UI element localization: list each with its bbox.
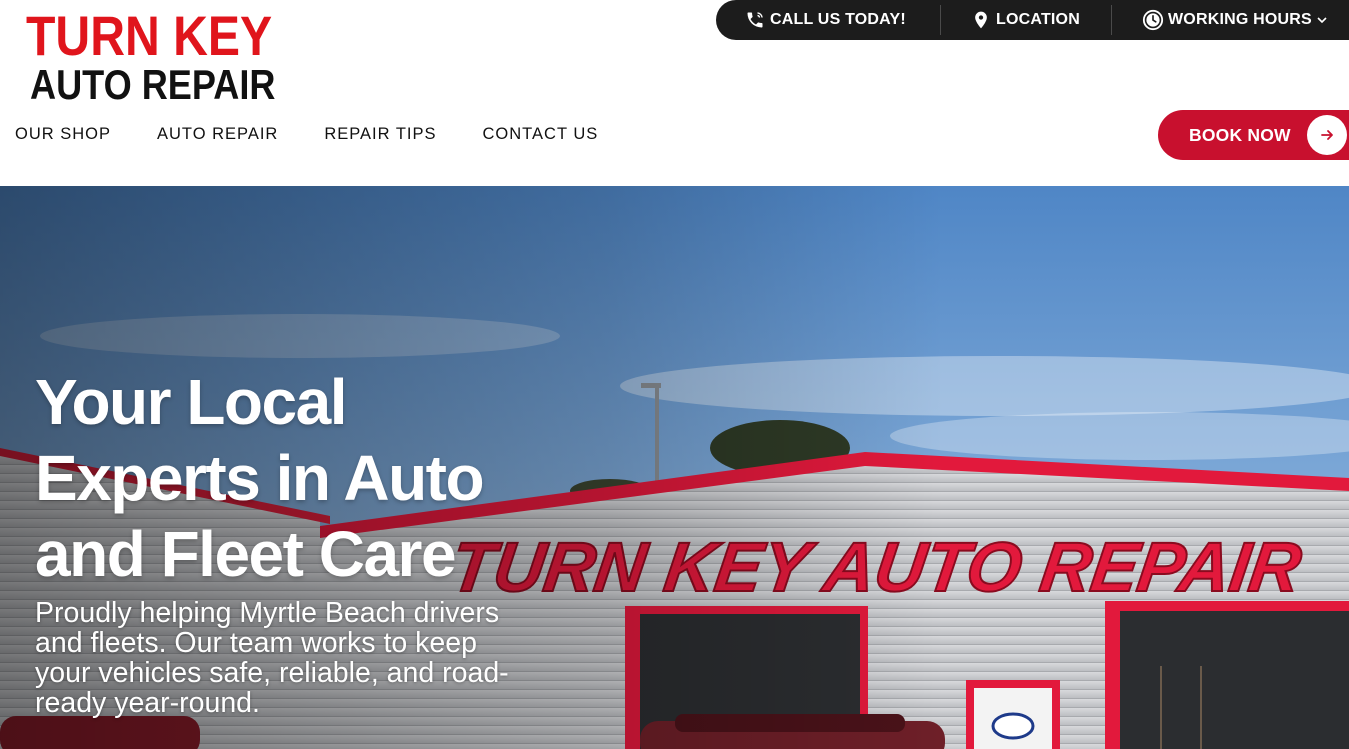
nav-item-auto-repair[interactable]: AUTO REPAIR xyxy=(157,125,278,144)
main-nav: OUR SHOP AUTO REPAIR REPAIR TIPS CONTACT… xyxy=(15,125,644,144)
call-us-link[interactable]: CALL US TODAY! xyxy=(744,0,906,40)
clock-icon xyxy=(1142,9,1164,31)
hero-subtitle: Proudly helping Myrtle Beach drivers and… xyxy=(35,597,509,719)
working-hours-label: WORKING HOURS xyxy=(1168,11,1312,28)
hero-title: Your Local Experts in Auto and Fleet Car… xyxy=(35,366,485,590)
nav-item-our-shop[interactable]: OUR SHOP xyxy=(15,125,111,144)
book-now-button[interactable]: BOOK NOW xyxy=(1158,110,1349,160)
map-pin-icon xyxy=(970,9,992,31)
hero-section: TURN KEY AUTO REPAIR Your Local Experts … xyxy=(0,186,1349,749)
working-hours-toggle[interactable]: WORKING HOURS xyxy=(1142,0,1327,40)
nav-item-contact-us[interactable]: CONTACT US xyxy=(483,125,599,144)
business-logo[interactable]: TURN KEY AUTO REPAIR xyxy=(26,8,296,106)
topbar-divider xyxy=(940,5,941,35)
logo-line-1: TURN KEY xyxy=(26,4,273,67)
contact-topbar: CALL US TODAY! LOCATION WORKING HOURS xyxy=(716,0,1349,40)
topbar-divider xyxy=(1111,5,1112,35)
chevron-down-icon xyxy=(1317,16,1327,24)
location-link[interactable]: LOCATION xyxy=(970,0,1080,40)
site-header: TURN KEY AUTO REPAIR CALL US TODAY! LOCA… xyxy=(0,0,1349,186)
arrow-right-icon xyxy=(1307,115,1347,155)
location-label: LOCATION xyxy=(996,11,1080,28)
nav-item-repair-tips[interactable]: REPAIR TIPS xyxy=(324,125,436,144)
phone-icon xyxy=(744,9,766,31)
call-us-label: CALL US TODAY! xyxy=(770,11,906,28)
book-now-label: BOOK NOW xyxy=(1189,125,1291,145)
logo-line-2: AUTO REPAIR xyxy=(30,61,276,108)
